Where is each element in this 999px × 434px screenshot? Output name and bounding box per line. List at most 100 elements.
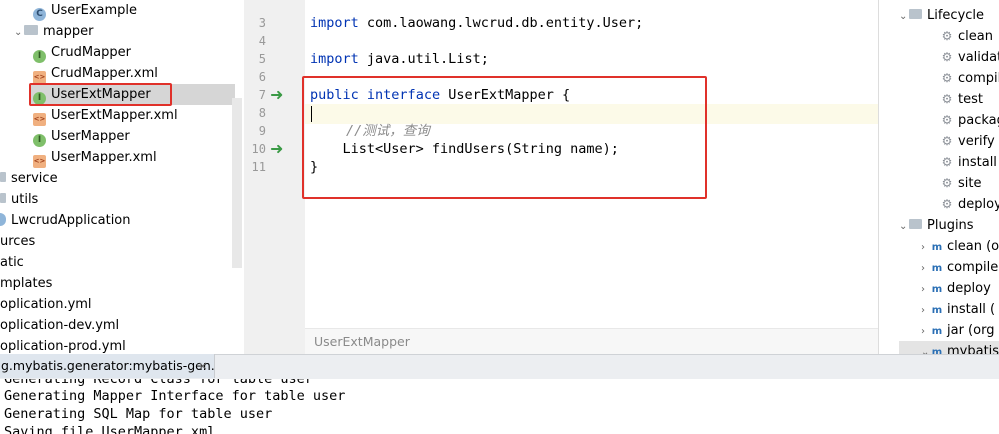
tree-item-crud-mapper-xml[interactable]: <> CrudMapper.xml bbox=[33, 63, 158, 84]
maven-plugin-clean[interactable]: › m clean (o bbox=[921, 236, 999, 257]
tree-item-label: oplication-dev.yml bbox=[0, 318, 120, 333]
folder-icon bbox=[909, 9, 922, 19]
maven-goal-verify[interactable]: ⚙ verify bbox=[941, 131, 995, 152]
folder-icon bbox=[0, 172, 6, 182]
maven-goal-test[interactable]: ⚙ test bbox=[941, 89, 983, 110]
xml-file-icon: <> bbox=[33, 113, 46, 126]
maven-lifecycle-node[interactable]: ⌄ Lifecycle bbox=[899, 5, 984, 26]
gear-icon: ⚙ bbox=[941, 92, 953, 106]
tree-item-label: UserMapper.xml bbox=[51, 150, 157, 165]
maven-plugin-compiler[interactable]: › m compile bbox=[921, 257, 998, 278]
interface-icon: I bbox=[33, 50, 46, 63]
tree-item-label: CrudMapper.xml bbox=[51, 66, 158, 81]
tree-item-crud-mapper[interactable]: I CrudMapper bbox=[33, 42, 131, 63]
tree-item-application-dev-yml[interactable]: oplication-dev.yml bbox=[0, 315, 119, 336]
maven-plugin-label: jar (org bbox=[947, 323, 995, 338]
maven-goal-package[interactable]: ⚙ package bbox=[941, 110, 999, 131]
maven-node-label: Lifecycle bbox=[927, 8, 985, 23]
tree-item-label: oplication-prod.yml bbox=[0, 339, 126, 354]
keyword-token: import bbox=[310, 15, 359, 31]
chevron-right-icon[interactable]: › bbox=[921, 300, 931, 321]
gear-icon: ⚙ bbox=[941, 155, 953, 169]
tree-item-application-prod-yml[interactable]: oplication-prod.yml bbox=[0, 336, 126, 354]
maven-plugin-mybatis[interactable]: ⌄ m mybatis bbox=[899, 341, 999, 354]
tree-item-user-example[interactable]: C UserExample bbox=[33, 0, 137, 21]
chevron-down-icon[interactable]: ⌄ bbox=[899, 216, 909, 237]
line-number: 8 bbox=[258, 106, 266, 120]
maven-plugin-install[interactable]: › m install ( bbox=[921, 299, 995, 320]
tree-item-label: service bbox=[11, 171, 58, 186]
tree-item-templates[interactable]: mplates bbox=[0, 273, 52, 294]
maven-goal-install[interactable]: ⚙ install bbox=[941, 152, 997, 173]
chevron-right-icon[interactable]: › bbox=[921, 279, 931, 300]
maven-goal-label: verify bbox=[958, 134, 995, 149]
folder-icon bbox=[0, 193, 6, 203]
tree-item-label: atic bbox=[0, 255, 24, 270]
maven-goal-label: site bbox=[958, 176, 982, 191]
maven-goal-label: compile bbox=[958, 71, 999, 86]
maven-plugin-icon: m bbox=[931, 305, 943, 316]
tree-item-user-mapper[interactable]: I UserMapper bbox=[33, 126, 130, 147]
chevron-down-icon[interactable]: ⌄ bbox=[921, 342, 931, 354]
tree-item-label: mapper bbox=[43, 24, 94, 39]
keyword-token: import bbox=[310, 51, 359, 67]
maven-plugin-label: install ( bbox=[947, 302, 996, 317]
maven-plugins-node[interactable]: ⌄ Plugins bbox=[899, 215, 974, 236]
line-number: 3 bbox=[258, 16, 266, 30]
close-icon[interactable]: × bbox=[198, 354, 208, 378]
code-line-5: import java.util.List; bbox=[310, 50, 489, 68]
maven-goal-compile[interactable]: ⚙ compile bbox=[941, 68, 999, 89]
maven-node-label: Plugins bbox=[927, 218, 974, 233]
maven-plugin-jar[interactable]: › m jar (org bbox=[921, 320, 994, 341]
editor-breadcrumb[interactable]: UserExtMapper bbox=[305, 328, 878, 355]
maven-plugin-deploy[interactable]: › m deploy bbox=[921, 278, 991, 299]
tree-scrollbar[interactable] bbox=[232, 98, 242, 268]
tree-item-user-ext-mapper-xml[interactable]: <> UserExtMapper.xml bbox=[33, 105, 178, 126]
maven-goal-label: clean bbox=[958, 29, 993, 44]
line-number: 4 bbox=[258, 34, 266, 48]
tree-item-label: UserMapper bbox=[51, 129, 130, 144]
maven-goal-validate[interactable]: ⚙ validate bbox=[941, 47, 999, 68]
maven-plugin-icon: m bbox=[931, 347, 943, 354]
run-tab[interactable]: g.mybatis.generator:mybatis-gen... × bbox=[0, 354, 215, 378]
maven-goal-label: deploy bbox=[958, 197, 999, 212]
breadcrumb-item[interactable]: UserExtMapper bbox=[305, 334, 410, 349]
code-token: java.util.List; bbox=[358, 51, 489, 67]
tree-item-label: urces bbox=[0, 234, 36, 249]
implementations-arrow-icon[interactable]: ➜ bbox=[270, 86, 283, 104]
maven-plugin-label: compile bbox=[947, 260, 999, 275]
chevron-right-icon[interactable]: › bbox=[921, 237, 931, 258]
chevron-down-icon[interactable]: ⌄ bbox=[14, 22, 24, 43]
tree-item-application-yml[interactable]: oplication.yml bbox=[0, 294, 92, 315]
chevron-right-icon[interactable]: › bbox=[921, 258, 931, 279]
tree-item-user-mapper-xml[interactable]: <> UserMapper.xml bbox=[33, 147, 157, 168]
tree-item-static[interactable]: atic bbox=[0, 252, 24, 273]
tree-item-service-folder[interactable]: service bbox=[0, 168, 58, 189]
gear-icon: ⚙ bbox=[941, 134, 953, 148]
tree-item-label: utils bbox=[11, 192, 39, 207]
maven-plugin-icon: m bbox=[931, 263, 943, 274]
tree-item-lwcrud-application[interactable]: LwcrudApplication bbox=[0, 210, 131, 231]
gear-icon: ⚙ bbox=[941, 71, 953, 85]
run-tab-label: g.mybatis.generator:mybatis-gen... bbox=[1, 358, 215, 373]
implementations-arrow-icon[interactable]: ➜ bbox=[270, 140, 283, 158]
chevron-right-icon[interactable]: › bbox=[921, 321, 931, 342]
class-icon bbox=[0, 213, 6, 226]
maven-panel: ⌄ Lifecycle ⚙ clean ⚙ validate ⚙ compile ⚙ te… bbox=[878, 0, 999, 354]
gear-icon: ⚙ bbox=[941, 176, 953, 190]
maven-goal-deploy[interactable]: ⚙ deploy bbox=[941, 194, 999, 215]
maven-goal-site[interactable]: ⚙ site bbox=[941, 173, 982, 194]
maven-goal-clean[interactable]: ⚙ clean bbox=[941, 26, 993, 47]
tree-item-mapper-folder[interactable]: ⌄ mapper bbox=[14, 21, 93, 42]
line-number: 9 bbox=[258, 124, 266, 138]
maven-plugin-label: deploy bbox=[947, 281, 991, 296]
tree-item-label: oplication.yml bbox=[0, 297, 92, 312]
tree-item-utils-folder[interactable]: utils bbox=[0, 189, 38, 210]
run-console[interactable]: Generating Record Class for table user G… bbox=[0, 379, 999, 434]
highlight-box-tree bbox=[29, 83, 172, 106]
tree-item-label: UserExample bbox=[51, 3, 138, 18]
tree-item-label: UserExtMapper.xml bbox=[51, 108, 178, 123]
interface-icon: I bbox=[33, 134, 46, 147]
tree-item-resources[interactable]: urces bbox=[0, 231, 35, 252]
chevron-down-icon[interactable]: ⌄ bbox=[899, 6, 909, 27]
